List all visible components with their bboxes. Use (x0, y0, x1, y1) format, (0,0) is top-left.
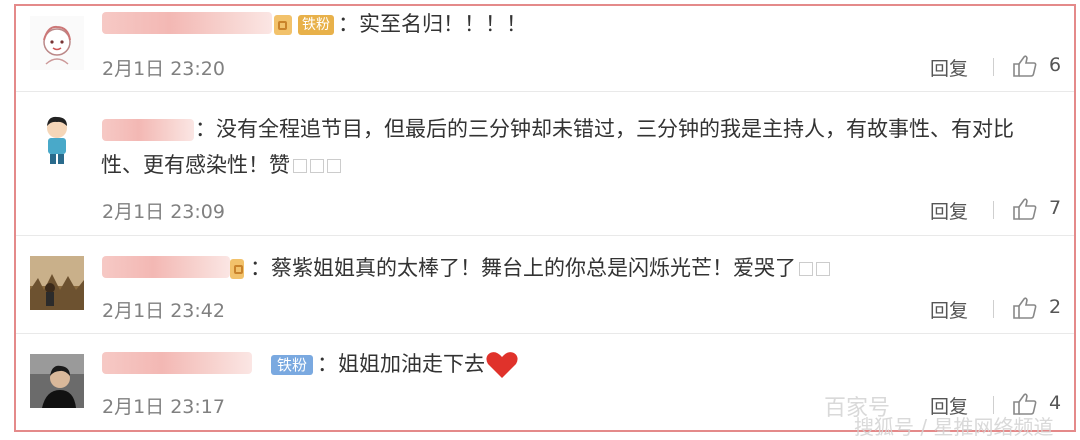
comment-list: 铁粉 ：实至名归！！！！ 2月1日 23:20 回复 6 ：没有全程追节目，但最后… (14, 4, 1076, 439)
avatar-cartoon-girl-icon (30, 16, 84, 70)
comment-text-line: ：没有全程追节目，但最后的三分钟却未错过，三分钟的我是主持人，有故事性、有对比性… (101, 111, 1054, 183)
watermark-line2: 搜狐号 / 星推网络频道 (854, 415, 1054, 439)
reply-button[interactable]: 回复 (930, 54, 968, 81)
thumbs-up-icon[interactable] (1012, 296, 1038, 320)
comment-text: ：实至名归！！！！ (338, 12, 527, 36)
comment-text: ：没有全程追节目，但最后的三分钟却未错过，三分钟的我是主持人，有故事性、有对比性… (101, 117, 1014, 177)
vip-badge-icon (230, 259, 244, 279)
fan-badge: 铁粉 (298, 15, 334, 35)
divider (993, 201, 994, 219)
avatar-cartoon-boy-icon (30, 112, 84, 166)
reply-button[interactable]: 回复 (930, 296, 968, 323)
avatar-photo-icon (30, 256, 84, 310)
missing-emoji-box-icon (799, 262, 813, 276)
red-heart-emoji-icon (486, 352, 518, 378)
missing-emoji-box-icon (310, 159, 324, 173)
comment-text: ：蔡紫姐姐真的太棒了！舞台上的你总是闪烁光芒！爱哭了 (250, 256, 796, 280)
comment-time: 2月1日 23:20 (102, 58, 225, 80)
fan-badge: 铁粉 (271, 355, 314, 375)
thumbs-up-icon[interactable] (1012, 54, 1038, 78)
comment-text-line: 铁粉 ：实至名归！！！！ (274, 6, 1054, 42)
comment-time: 2月1日 23:42 (102, 300, 225, 322)
like-count: 2 (1049, 296, 1062, 318)
comment-item: ：没有全程追节目，但最后的三分钟却未错过，三分钟的我是主持人，有故事性、有对比性… (16, 92, 1074, 236)
avatar[interactable] (30, 354, 84, 408)
missing-emoji-box-icon (293, 159, 307, 173)
comment-text-line: 铁粉 ：姐姐加油走下去 (271, 346, 1054, 382)
comment-item: 铁粉 ：实至名归！！！！ 2月1日 23:20 回复 6 (16, 6, 1074, 92)
reply-button[interactable]: 回复 (930, 197, 968, 224)
avatar[interactable] (30, 112, 84, 166)
divider (993, 300, 994, 318)
avatar[interactable] (30, 16, 84, 70)
comment-time: 2月1日 23:09 (102, 201, 225, 223)
username-blurred[interactable] (102, 352, 252, 374)
avatar[interactable] (30, 256, 84, 310)
avatar-photo-icon (30, 354, 84, 408)
comment-text: ：姐姐加油走下去 (317, 352, 486, 376)
comment-time: 2月1日 23:17 (102, 396, 225, 418)
username-blurred[interactable] (102, 256, 230, 278)
comment-text-line: ：蔡紫姐姐真的太棒了！舞台上的你总是闪烁光芒！爱哭了 (230, 250, 1054, 286)
missing-emoji-box-icon (816, 262, 830, 276)
vip-badge-icon (274, 15, 292, 35)
thumbs-up-icon[interactable] (1012, 197, 1038, 221)
divider (993, 58, 994, 76)
like-count: 7 (1049, 197, 1062, 219)
comment-item: ：蔡紫姐姐真的太棒了！舞台上的你总是闪烁光芒！爱哭了 2月1日 23:42 回复… (16, 236, 1074, 334)
missing-emoji-box-icon (327, 159, 341, 173)
like-count: 6 (1049, 54, 1062, 76)
username-blurred[interactable] (102, 12, 272, 34)
